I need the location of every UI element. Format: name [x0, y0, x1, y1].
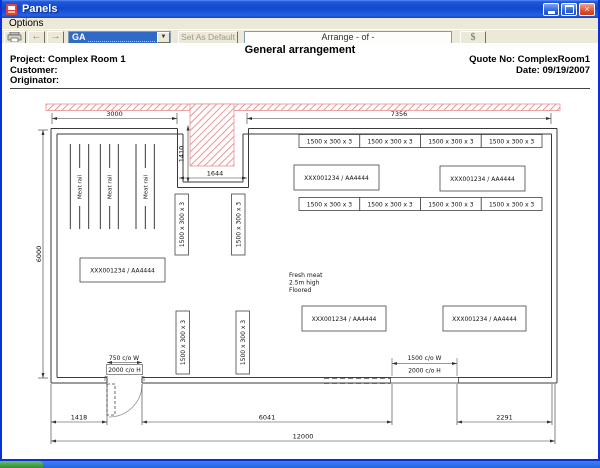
right-arrow-icon: → [51, 32, 61, 42]
shelf-label: 1500 x 300 x 3 [235, 202, 242, 247]
minimize-icon [548, 11, 555, 14]
left-arrow-icon: ← [32, 32, 42, 42]
unit-label: XXX001234 / AA4444 [450, 176, 515, 183]
originator-label: Originator: [10, 76, 126, 87]
chevron-down-icon[interactable]: ▼ [157, 32, 170, 43]
minimize-button[interactable] [543, 3, 559, 16]
door-height-label: 2000 c/o H [408, 368, 441, 375]
price-button[interactable]: $ [460, 31, 486, 44]
shelf-label: 1500 x 300 x 3 [240, 320, 247, 365]
combo-leader-dots [88, 33, 156, 42]
window-title: Panels [22, 3, 543, 15]
taskbar[interactable] [0, 461, 600, 468]
hinged-door [105, 377, 144, 418]
quote-block: Quote No: ComplexRoom1 Date: 09/19/2007 [469, 55, 590, 76]
dim-top-left: 3000 [106, 110, 123, 118]
shelf-label: 1500 x 300 x 3 [180, 320, 187, 365]
title-bar[interactable]: Panels × [2, 0, 598, 18]
shelf-label: 1500 x 300 x 3 [367, 138, 412, 145]
panels-window: Panels × Options ← → GA ▼ Set As Default… [0, 0, 600, 461]
maximize-button[interactable] [561, 3, 577, 16]
printer-icon [7, 32, 23, 42]
view-combo[interactable]: GA ▼ [68, 31, 171, 44]
print-button[interactable] [4, 31, 26, 44]
shelf-label: 1500 x 300 x 3 [428, 201, 473, 208]
back-button[interactable]: ← [28, 31, 45, 44]
unit-label: XXX001234 / AA4444 [452, 316, 517, 323]
set-as-default-button[interactable]: Set As Default [178, 31, 238, 44]
unit-label: XXX001234 / AA4444 [312, 316, 377, 323]
date-label: Date: 09/19/2007 [469, 66, 590, 77]
dim-room-depth: 6000 [35, 246, 43, 263]
project-label: Project: Complex Room 1 [10, 55, 126, 66]
room-notes: Fresh meat 2.5m high Floored [289, 272, 323, 294]
meat-rail-label: Meat rail [108, 174, 114, 199]
close-icon: × [584, 5, 589, 14]
dim-top-right: 7356 [391, 110, 408, 118]
start-button[interactable] [0, 461, 43, 468]
door-labels: 750 c/o W 2000 c/o H 1500 c/o W 2000 c/o… [107, 355, 458, 376]
close-button[interactable]: × [579, 3, 595, 16]
document-area: General arrangement Project: Complex Roo… [2, 43, 598, 459]
floor-plan: Meat rail Meat rail Meat rail 1500 x 300… [2, 95, 600, 455]
view-combo-value: GA [69, 32, 86, 42]
dim-recess-width: 1644 [207, 170, 224, 178]
meat-rail-label: Meat rail [78, 174, 84, 199]
dim-recess-depth: 1410 [178, 146, 186, 163]
unit-label: XXX001234 / AA4444 [90, 268, 155, 275]
project-block: Project: Complex Room 1 Customer: Origin… [10, 55, 126, 87]
arrange-status-text: Arrange - of - [321, 32, 374, 42]
room-note: 2.5m high [289, 280, 320, 287]
maximize-icon [565, 5, 574, 14]
dim-total-width: 12000 [293, 433, 314, 441]
quote-no-label: Quote No: ComplexRoom1 [469, 55, 590, 66]
shelf-label: 1500 x 300 x 3 [307, 138, 352, 145]
menu-options[interactable]: Options [3, 18, 49, 29]
shelf-label: 1500 x 300 x 3 [307, 201, 352, 208]
menu-bar: Options [2, 18, 598, 29]
arrange-status-field[interactable]: Arrange - of - [244, 31, 452, 44]
app-icon [5, 3, 18, 16]
meat-rail-labels: Meat rail Meat rail Meat rail [76, 168, 150, 206]
shelf-label: 1500 x 300 x 3 [489, 138, 534, 145]
shelf-label: 1500 x 300 x 3 [367, 201, 412, 208]
shelf-label: 1500 x 300 x 3 [179, 202, 186, 247]
meat-rail-label: Meat rail [143, 174, 149, 199]
shelf-label: 1500 x 300 x 3 [489, 201, 534, 208]
unit-label: XXX001234 / AA4444 [304, 175, 369, 182]
header-divider [10, 88, 590, 89]
door-width-label: 750 c/o W [109, 355, 139, 362]
dim-bottom-middle: 6041 [259, 414, 276, 422]
door-height-label: 2000 c/o H [108, 367, 141, 374]
room-note: Floored [289, 287, 311, 294]
door-width-label: 1500 c/o W [407, 355, 441, 362]
room-note: Fresh meat [289, 272, 323, 279]
dim-bottom-right: 2291 [496, 414, 513, 422]
shelf-label: 1500 x 300 x 3 [428, 138, 473, 145]
toolbar: ← → GA ▼ Set As Default Arrange - of - $ [2, 29, 598, 44]
dim-bottom-left: 1418 [71, 414, 88, 422]
forward-button[interactable]: → [47, 31, 64, 44]
